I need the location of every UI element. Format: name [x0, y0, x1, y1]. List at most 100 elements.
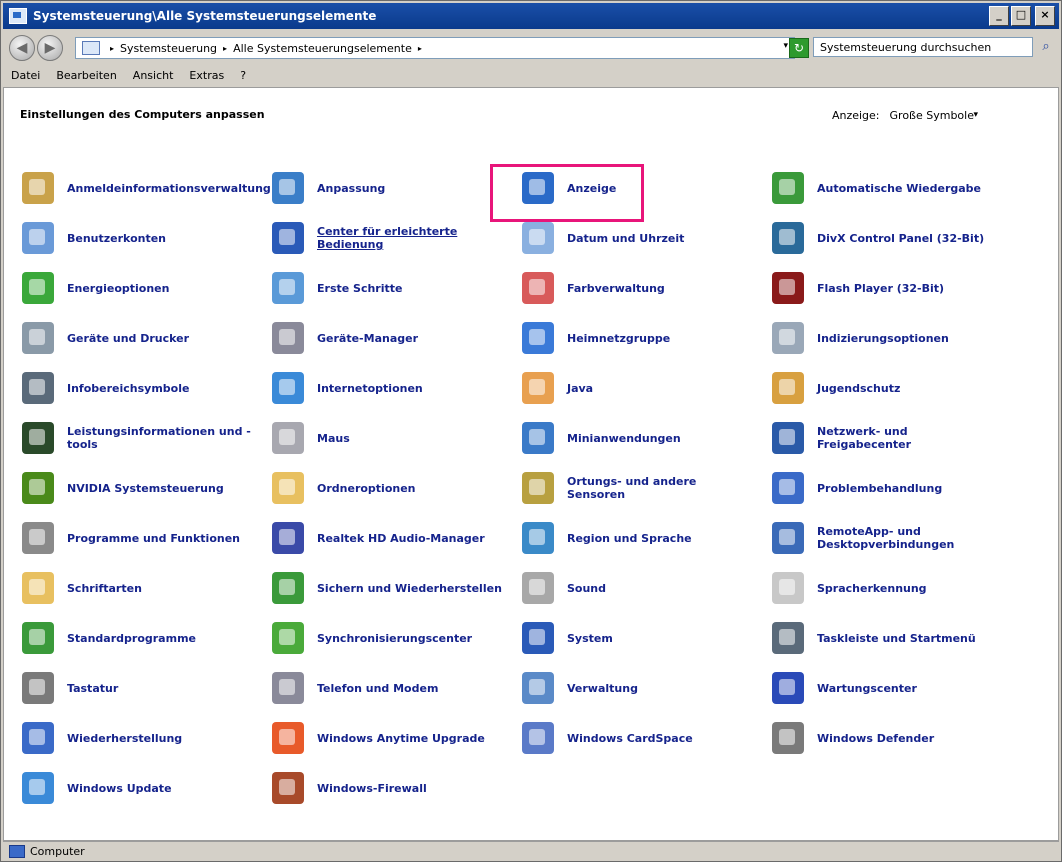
- control-panel-item[interactable]: Benutzerkonten: [4, 218, 254, 258]
- control-panel-item[interactable]: Windows Update: [4, 768, 254, 808]
- minimize-button[interactable]: _: [989, 6, 1009, 26]
- administration-icon: [522, 672, 554, 704]
- control-panel-item[interactable]: Sichern und Wiederherstellen: [254, 568, 504, 608]
- control-panel-item[interactable]: Automatische Wiedergabe: [754, 168, 1004, 208]
- control-panel-item[interactable]: Netzwerk- und Freigabecenter: [754, 418, 1004, 458]
- item-label: Telefon und Modem: [317, 681, 439, 695]
- control-panel-item[interactable]: Indizierungsoptionen: [754, 318, 1004, 358]
- search-input[interactable]: Systemsteuerung durchsuchen: [813, 37, 1033, 57]
- control-panel-item[interactable]: Windows Defender: [754, 718, 1004, 758]
- item-label: Region und Sprache: [567, 531, 692, 545]
- folder-options-icon: [272, 472, 304, 504]
- control-panel-item[interactable]: Infobereichsymbole: [4, 368, 254, 408]
- control-panel-item[interactable]: Jugendschutz: [754, 368, 1004, 408]
- control-panel-item[interactable]: Geräte-Manager: [254, 318, 504, 358]
- control-panel-item[interactable]: Internetoptionen: [254, 368, 504, 408]
- control-panel-item[interactable]: RemoteApp- und Desktopverbindungen: [754, 518, 1004, 558]
- chevron-right-icon[interactable]: ▸: [223, 44, 227, 53]
- control-panel-item[interactable]: Taskleiste und Startmenü: [754, 618, 1004, 658]
- control-panel-item[interactable]: Problembehandlung: [754, 468, 1004, 508]
- control-panel-icon: [9, 8, 27, 24]
- recovery-icon: [22, 722, 54, 754]
- control-panel-item[interactable]: Datum und Uhrzeit: [504, 218, 754, 258]
- realtek-icon: [272, 522, 304, 554]
- item-label: Geräte-Manager: [317, 331, 419, 345]
- chevron-down-icon[interactable]: ▾: [973, 110, 978, 120]
- getting-started-icon: [272, 272, 304, 304]
- phone-icon: [272, 672, 304, 704]
- control-panel-item[interactable]: Minianwendungen: [504, 418, 754, 458]
- menu-help[interactable]: ?: [232, 69, 254, 82]
- homegroup-icon: [522, 322, 554, 354]
- highlight-box: [490, 164, 644, 222]
- control-panel-item[interactable]: Maus: [254, 418, 504, 458]
- control-panel-item[interactable]: Windows Anytime Upgrade: [254, 718, 504, 758]
- control-panel-item[interactable]: Programme und Funktionen: [4, 518, 254, 558]
- control-panel-item[interactable]: Heimnetzgruppe: [504, 318, 754, 358]
- chevron-right-icon[interactable]: ▸: [418, 44, 422, 53]
- control-panel-item[interactable]: Telefon und Modem: [254, 668, 504, 708]
- control-panel-item[interactable]: NVIDIA Systemsteuerung: [4, 468, 254, 508]
- item-label: Windows Update: [67, 781, 172, 795]
- menu-ansicht[interactable]: Ansicht: [125, 69, 182, 82]
- chevron-right-icon[interactable]: ▸: [110, 44, 114, 53]
- control-panel-item[interactable]: Energieoptionen: [4, 268, 254, 308]
- refresh-button[interactable]: ↻: [789, 38, 809, 58]
- control-panel-item[interactable]: Erste Schritte: [254, 268, 504, 308]
- control-panel-item[interactable]: Flash Player (32-Bit): [754, 268, 1004, 308]
- control-panel-item[interactable]: Standardprogramme: [4, 618, 254, 658]
- control-panel-item[interactable]: Wartungscenter: [754, 668, 1004, 708]
- search-icon[interactable]: ⌕: [1037, 38, 1055, 56]
- content-pane: Einstellungen des Computers anpassen Anz…: [3, 87, 1059, 841]
- control-panel-item[interactable]: Ortungs- und andere Sensoren: [504, 468, 754, 508]
- control-panel-item[interactable]: Anmeldeinformationsverwaltung: [4, 168, 271, 208]
- item-label: DivX Control Panel (32-Bit): [817, 231, 985, 245]
- system-icon: [522, 622, 554, 654]
- control-panel-item[interactable]: Java: [504, 368, 754, 408]
- control-panel-item[interactable]: Anpassung: [254, 168, 504, 208]
- item-label: Windows-Firewall: [317, 781, 427, 795]
- item-label: Windows Anytime Upgrade: [317, 731, 485, 745]
- credential-vault-icon: [22, 172, 54, 204]
- back-button[interactable]: ◀: [9, 35, 35, 61]
- menu-extras[interactable]: Extras: [181, 69, 232, 82]
- speech-icon: [772, 572, 804, 604]
- menu-datei[interactable]: Datei: [3, 69, 48, 82]
- window-title: Systemsteuerung\Alle Systemsteuerungsele…: [33, 9, 377, 23]
- view-value[interactable]: Große Symbole: [890, 109, 974, 122]
- control-panel-item[interactable]: Farbverwaltung: [504, 268, 754, 308]
- firewall-icon: [272, 772, 304, 804]
- control-panel-item[interactable]: Windows CardSpace: [504, 718, 754, 758]
- control-panel-item[interactable]: System: [504, 618, 754, 658]
- title-bar[interactable]: Systemsteuerung\Alle Systemsteuerungsele…: [3, 3, 1059, 29]
- cardspace-icon: [522, 722, 554, 754]
- breadcrumb-item[interactable]: Alle Systemsteuerungselemente: [233, 42, 412, 55]
- control-panel-item[interactable]: Leistungsinformationen und -tools: [4, 418, 254, 458]
- remoteapp-icon: [772, 522, 804, 554]
- control-panel-item[interactable]: DivX Control Panel (32-Bit): [754, 218, 1004, 258]
- chevron-down-icon[interactable]: ▾: [783, 41, 788, 51]
- control-panel-item[interactable]: Realtek HD Audio-Manager: [254, 518, 504, 558]
- control-panel-item[interactable]: Windows-Firewall: [254, 768, 504, 808]
- control-panel-item[interactable]: Region und Sprache: [504, 518, 754, 558]
- control-panel-item[interactable]: Schriftarten: [4, 568, 254, 608]
- notification-icons-icon: [22, 372, 54, 404]
- item-label: Indizierungsoptionen: [817, 331, 949, 345]
- menu-bearbeiten[interactable]: Bearbeiten: [48, 69, 124, 82]
- control-panel-item[interactable]: Center für erleichterte Bedienung: [254, 218, 504, 258]
- maximize-button[interactable]: □: [1011, 6, 1031, 26]
- close-button[interactable]: ×: [1035, 6, 1055, 26]
- menu-bar: Datei Bearbeiten Ansicht Extras ?: [3, 65, 1059, 85]
- breadcrumb[interactable]: ▸ Systemsteuerung ▸ Alle Systemsteuerung…: [75, 37, 795, 59]
- breadcrumb-item[interactable]: Systemsteuerung: [120, 42, 217, 55]
- view-selector[interactable]: Anzeige: Große Symbole: [832, 109, 974, 122]
- control-panel-item[interactable]: Geräte und Drucker: [4, 318, 254, 358]
- control-panel-item[interactable]: Sound: [504, 568, 754, 608]
- control-panel-item[interactable]: Ordneroptionen: [254, 468, 504, 508]
- control-panel-item[interactable]: Spracherkennung: [754, 568, 1004, 608]
- control-panel-item[interactable]: Tastatur: [4, 668, 254, 708]
- control-panel-item[interactable]: Synchronisierungscenter: [254, 618, 504, 658]
- forward-button[interactable]: ▶: [37, 35, 63, 61]
- control-panel-item[interactable]: Verwaltung: [504, 668, 754, 708]
- control-panel-item[interactable]: Wiederherstellung: [4, 718, 254, 758]
